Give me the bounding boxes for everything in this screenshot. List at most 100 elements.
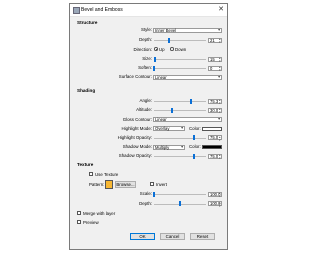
angle-value: 75.3 — [210, 98, 219, 104]
gloss-contour-value: Linear — [155, 117, 167, 123]
chevron-down-icon: ▾ — [218, 27, 220, 32]
browse-button[interactable]: Browse... — [115, 180, 136, 188]
pattern-label: Pattern: — [89, 181, 105, 187]
spin-arrows-icon[interactable]: ▴ ▾ — [219, 201, 221, 208]
shadow-mode-select[interactable]: Multiply ▾ — [153, 144, 185, 150]
app-icon — [73, 7, 80, 14]
spin-arrows-icon[interactable]: ▴ ▾ — [219, 66, 221, 72]
highlight-mode-select[interactable]: Overlay ▾ — [153, 126, 185, 131]
depth-label: Depth: — [139, 37, 152, 42]
cancel-button[interactable]: Cancel — [160, 233, 185, 240]
highlight-mode-value: Overlay — [155, 126, 170, 132]
spin-arrows-icon[interactable]: ▴ ▾ — [219, 135, 221, 142]
gloss-contour-label: Gloss Contour: — [122, 116, 152, 122]
soften-spinbox[interactable]: 0 ▴ ▾ — [208, 65, 222, 72]
shadow-opacity-value: 75.0 — [210, 153, 219, 159]
direction-up-radio[interactable] — [154, 47, 158, 51]
direction-up-label: Up — [159, 46, 165, 52]
invert-label: Invert — [156, 181, 167, 187]
texture-depth-label: Depth: — [139, 200, 152, 206]
altitude-label: Altitude: — [136, 107, 152, 112]
angle-label: Angle: — [139, 97, 152, 103]
surface-contour-value: Linear — [155, 74, 167, 80]
shadow-mode-value: Multiply — [155, 144, 170, 150]
size-value: 15 — [210, 56, 215, 62]
merge-with-layer-checkbox[interactable] — [77, 211, 81, 215]
direction-down-radio[interactable] — [170, 47, 174, 51]
pattern-swatch[interactable] — [105, 179, 113, 189]
chevron-down-icon: ▾ — [181, 126, 183, 131]
chevron-down-icon: ▾ — [218, 74, 220, 79]
highlight-opacity-slider-track[interactable] — [154, 137, 206, 139]
surface-contour-label: Surface Contour: — [118, 74, 152, 79]
size-slider-thumb[interactable] — [154, 56, 156, 62]
reset-button[interactable]: Reset — [190, 233, 215, 240]
altitude-slider-thumb[interactable] — [171, 107, 173, 113]
structure-heading: Structure — [77, 20, 98, 25]
angle-slider-thumb[interactable] — [190, 98, 192, 104]
size-slider-track[interactable] — [154, 59, 206, 60]
spin-arrows-icon[interactable]: ▴ ▾ — [219, 108, 221, 114]
surface-contour-select[interactable]: Linear ▾ — [153, 74, 222, 80]
soften-label: Soften: — [138, 65, 152, 70]
texture-heading: Texture — [77, 162, 94, 167]
soften-value: 0 — [210, 65, 213, 71]
highlight-opacity-label: Highlight Opacity: — [117, 134, 152, 140]
chevron-down-icon: ▾ — [181, 144, 183, 149]
direction-down-label: Down — [175, 46, 187, 52]
shadow-color-label: Color: — [189, 144, 201, 149]
spin-arrows-icon[interactable]: ▴ ▾ — [219, 57, 221, 63]
depth-slider-track[interactable] — [154, 40, 206, 41]
style-value: Inner Bevel — [155, 27, 177, 33]
size-label: Size: — [142, 56, 152, 61]
depth-spinbox[interactable]: 21 ▴ ▾ — [208, 37, 222, 44]
spin-arrows-icon[interactable]: ▴ ▾ — [219, 154, 221, 160]
texture-depth-spinbox[interactable]: 100.0 ▴ ▾ — [208, 201, 222, 208]
ok-button[interactable]: OK — [130, 233, 155, 240]
title-bar: Bevel and Emboss ✕ — [70, 4, 227, 17]
use-texture-label: Use Texture — [95, 171, 119, 177]
preview-label: Preview — [83, 219, 99, 225]
direction-label: Direction: — [133, 46, 152, 52]
shadow-color-swatch[interactable] — [202, 145, 222, 149]
soften-slider-track[interactable] — [154, 68, 206, 69]
highlight-opacity-slider-thumb[interactable] — [193, 135, 195, 140]
style-select[interactable]: Inner Bevel ▾ — [153, 27, 222, 33]
spin-arrows-icon[interactable]: ▴ ▾ — [219, 99, 221, 105]
angle-spinbox[interactable]: 75.3 ▴ ▾ — [208, 98, 222, 105]
shadow-opacity-slider-thumb[interactable] — [193, 153, 195, 159]
shadow-opacity-label: Shadow Opacity: — [118, 153, 152, 158]
chevron-down-icon: ▾ — [218, 117, 220, 122]
shading-heading: Shading — [77, 88, 96, 93]
scale-slider-thumb[interactable] — [153, 191, 155, 197]
depth-slider-thumb[interactable] — [168, 37, 170, 43]
size-spinbox[interactable]: 15 ▴ ▾ — [208, 56, 222, 63]
altitude-slider-track[interactable] — [154, 110, 206, 111]
highlight-opacity-spinbox[interactable]: 75.0 ▴ ▾ — [208, 135, 222, 142]
soften-slider-thumb[interactable] — [153, 65, 155, 71]
use-texture-checkbox[interactable] — [89, 172, 93, 176]
shadow-opacity-spinbox[interactable]: 75.0 ▴ ▾ — [208, 153, 222, 160]
shadow-opacity-slider-track[interactable] — [154, 156, 206, 157]
highlight-opacity-value: 75.0 — [210, 135, 219, 141]
scale-slider-track[interactable] — [154, 194, 206, 195]
spin-arrows-icon[interactable]: ▴ ▾ — [219, 192, 221, 198]
style-label: Style: — [141, 27, 152, 32]
merge-with-layer-label: Merge with layer — [83, 210, 116, 216]
angle-slider-track[interactable] — [154, 101, 206, 102]
preview-checkbox[interactable] — [77, 220, 81, 224]
close-icon[interactable]: ✕ — [218, 6, 224, 13]
invert-checkbox[interactable] — [150, 182, 154, 186]
depth-value: 21 — [210, 37, 215, 43]
scale-spinbox[interactable]: 100.0 ▴ ▾ — [208, 191, 222, 198]
altitude-value: 30.0 — [210, 107, 219, 113]
texture-depth-slider-thumb[interactable] — [179, 201, 181, 206]
altitude-spinbox[interactable]: 30.0 ▴ ▾ — [208, 107, 222, 114]
highlight-color-swatch[interactable] — [202, 126, 222, 131]
gloss-contour-select[interactable]: Linear ▾ — [153, 117, 222, 122]
scale-label: Scale: — [139, 191, 152, 196]
highlight-mode-label: Highlight Mode: — [121, 125, 152, 131]
highlight-color-label: Color: — [189, 125, 201, 131]
shadow-mode-label: Shadow Mode: — [122, 144, 152, 149]
spin-arrows-icon[interactable]: ▴ ▾ — [219, 38, 221, 44]
